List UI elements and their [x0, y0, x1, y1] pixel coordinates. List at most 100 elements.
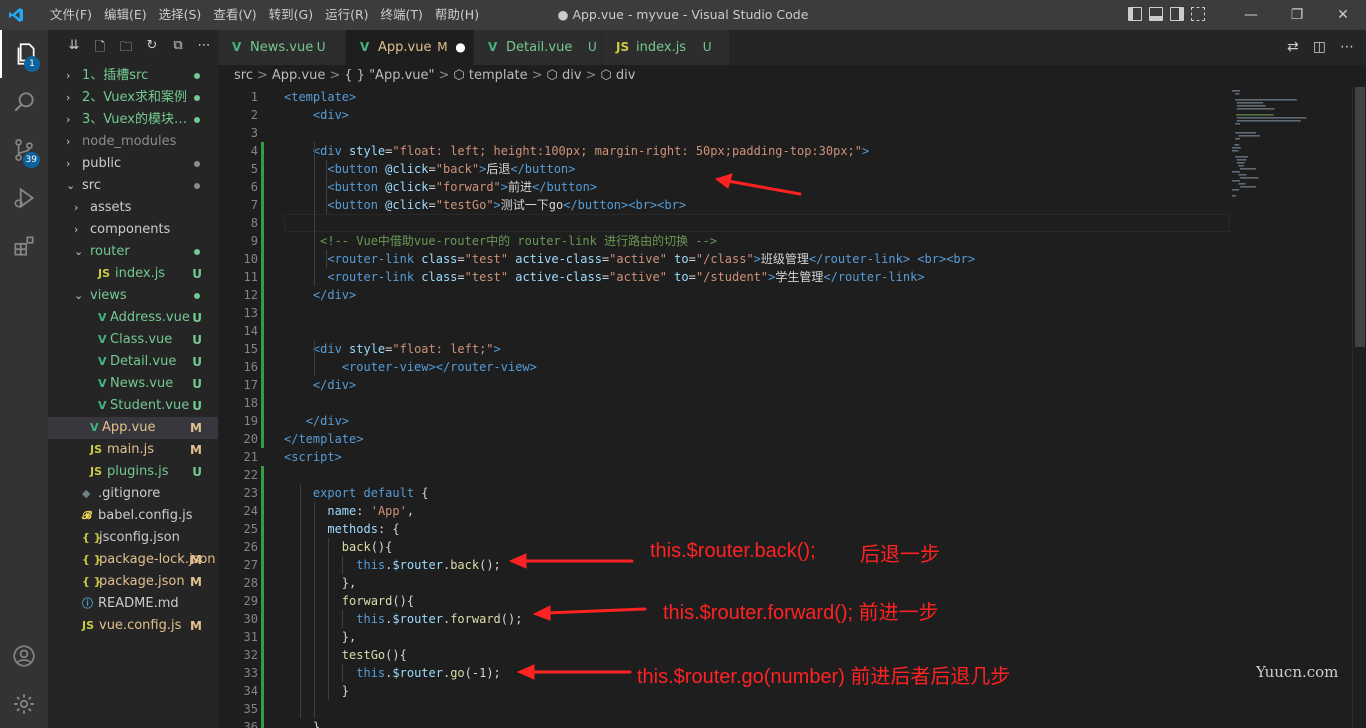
- scroll-thumb[interactable]: [1355, 87, 1365, 347]
- git-status-badge: U: [192, 377, 202, 391]
- unsaved-dot-icon[interactable]: ●: [455, 30, 465, 65]
- file-tree-item[interactable]: ⌄ src: [48, 175, 218, 197]
- tab-news-vue[interactable]: V News.vue U: [218, 30, 346, 65]
- file-tree-item[interactable]: { } jsconfig.json: [48, 527, 218, 549]
- vue-file-icon: V: [90, 421, 99, 434]
- minimize-button[interactable]: —: [1228, 0, 1274, 30]
- new-folder-icon[interactable]: 🗀: [118, 38, 134, 60]
- close-button[interactable]: ✕: [1320, 0, 1366, 30]
- menu-item[interactable]: 编辑(E): [98, 0, 153, 30]
- file-tree-item[interactable]: JS plugins.js U: [48, 461, 218, 483]
- customize-layout-icon[interactable]: [1191, 7, 1205, 21]
- line-number: 29: [243, 594, 258, 608]
- restore-button[interactable]: ❐: [1274, 0, 1320, 30]
- accounts-activity[interactable]: [0, 632, 48, 680]
- window-controls: — ❐ ✕: [1228, 0, 1366, 30]
- more-icon[interactable]: ⋯: [196, 38, 212, 60]
- more-actions-icon[interactable]: ⋯: [1340, 39, 1354, 55]
- menu-item[interactable]: 运行(R): [319, 0, 374, 30]
- tab-app-vue[interactable]: V App.vue M ●: [346, 30, 474, 65]
- code-token: </button>: [532, 180, 598, 194]
- toggle-secondary-sidebar-icon[interactable]: [1170, 7, 1184, 21]
- file-tree-item[interactable]: { } package.json M: [48, 571, 218, 593]
- breadcrumb-item[interactable]: { } "App.vue": [344, 68, 434, 83]
- file-tree-item[interactable]: JS index.js U: [48, 263, 218, 285]
- file-tree-item[interactable]: V Detail.vue U: [48, 351, 218, 373]
- file-tree-item[interactable]: ⓘ README.md: [48, 593, 218, 615]
- watermark: Yuucn.com: [1256, 663, 1339, 681]
- file-tree-item[interactable]: › public: [48, 153, 218, 175]
- file-tree-label: router: [90, 244, 130, 259]
- code-token: class: [421, 252, 458, 266]
- tab-detail-vue[interactable]: V Detail.vue U: [474, 30, 602, 65]
- file-tree-item[interactable]: V News.vue U: [48, 373, 218, 395]
- source-control-activity[interactable]: 39: [0, 126, 48, 174]
- file-tree-item[interactable]: JS vue.config.js M: [48, 615, 218, 637]
- file-tree-item[interactable]: V Student.vue U: [48, 395, 218, 417]
- menu-item[interactable]: 文件(F): [44, 0, 98, 30]
- extensions-activity[interactable]: [0, 222, 48, 270]
- line-number: 27: [243, 558, 258, 572]
- code-token: 班级管理: [760, 252, 809, 266]
- git-status-dot: [194, 117, 200, 123]
- file-tree-item[interactable]: ⌄ views: [48, 285, 218, 307]
- menu-item[interactable]: 查看(V): [207, 0, 262, 30]
- file-tree-item[interactable]: 𝓑babel.config.js: [48, 505, 218, 527]
- file-tree-item[interactable]: › assets: [48, 197, 218, 219]
- collapse-folders-icon[interactable]: ⧉: [170, 38, 186, 60]
- minimap-line: [1236, 162, 1245, 164]
- code-editor[interactable]: 1 <template> 2 <div> 3 4 <div style="float: …: [218, 87, 1366, 728]
- split-editor-icon[interactable]: ◫: [1313, 39, 1326, 55]
- code-token: >: [862, 144, 870, 158]
- menu-item[interactable]: 帮助(H): [429, 0, 485, 30]
- code-line: <router-view></router-view>: [284, 358, 537, 376]
- line-number: 10: [243, 252, 258, 266]
- file-tree-item[interactable]: › node_modules: [48, 131, 218, 153]
- file-tree-item[interactable]: › 3、Vuex的模块…: [48, 109, 218, 131]
- toggle-sidebar-icon[interactable]: [1128, 7, 1142, 21]
- open-changes-icon[interactable]: ⇄: [1287, 39, 1299, 55]
- vertical-scrollbar[interactable]: [1352, 87, 1366, 728]
- explorer-activity[interactable]: 1: [0, 30, 48, 78]
- file-tree-item[interactable]: { } package-lock.json M: [48, 549, 218, 571]
- collapse-all-icon[interactable]: ⇊: [66, 38, 82, 60]
- file-tree-item[interactable]: › 2、Vuex求和案例: [48, 87, 218, 109]
- toggle-panel-icon[interactable]: [1149, 7, 1163, 21]
- file-tree-item[interactable]: V Address.vue U: [48, 307, 218, 329]
- code-token: (-1);: [464, 666, 501, 680]
- file-tree-item[interactable]: V App.vue M: [48, 417, 218, 439]
- breadcrumb-item[interactable]: ⬡ template: [453, 68, 527, 83]
- breadcrumb-item[interactable]: src: [234, 68, 253, 83]
- file-tree-item[interactable]: ⌄ router: [48, 241, 218, 263]
- menu-item[interactable]: 转到(G): [263, 0, 319, 30]
- indent-guide: [342, 556, 343, 574]
- refresh-icon[interactable]: ↻: [144, 38, 160, 60]
- manage-activity[interactable]: [0, 680, 48, 728]
- run-debug-activity[interactable]: [0, 174, 48, 222]
- code-token: this: [356, 666, 386, 680]
- file-tree-item[interactable]: › components: [48, 219, 218, 241]
- new-file-icon[interactable]: 🗋: [92, 38, 108, 60]
- file-tree-item[interactable]: › 1、插槽src: [48, 65, 218, 87]
- menu-item[interactable]: 选择(S): [153, 0, 208, 30]
- breadcrumb-item[interactable]: ⬡ div: [600, 68, 635, 83]
- code-token: </template>: [284, 432, 364, 446]
- code-line: },: [284, 574, 356, 592]
- code-line: </div>: [284, 286, 356, 304]
- breadcrumb-item[interactable]: ⬡ div: [546, 68, 581, 83]
- file-tree-label: plugins.js: [107, 464, 169, 479]
- indent-guide: [328, 538, 329, 700]
- file-tree-item[interactable]: JS main.js M: [48, 439, 218, 461]
- file-tree-item[interactable]: ◆ .gitignore: [48, 483, 218, 505]
- file-tree-item[interactable]: V Class.vue U: [48, 329, 218, 351]
- menu-item[interactable]: 终端(T): [375, 0, 429, 30]
- indent-guide: [300, 484, 301, 718]
- search-activity[interactable]: [0, 78, 48, 126]
- breadcrumb-item[interactable]: App.vue: [272, 68, 325, 83]
- indent-guide: [314, 340, 315, 376]
- tab-git-status: U: [702, 40, 712, 54]
- indent-guide: [326, 160, 327, 214]
- tab-index-js[interactable]: JS index.js U: [602, 30, 730, 65]
- minimap[interactable]: [1230, 87, 1350, 728]
